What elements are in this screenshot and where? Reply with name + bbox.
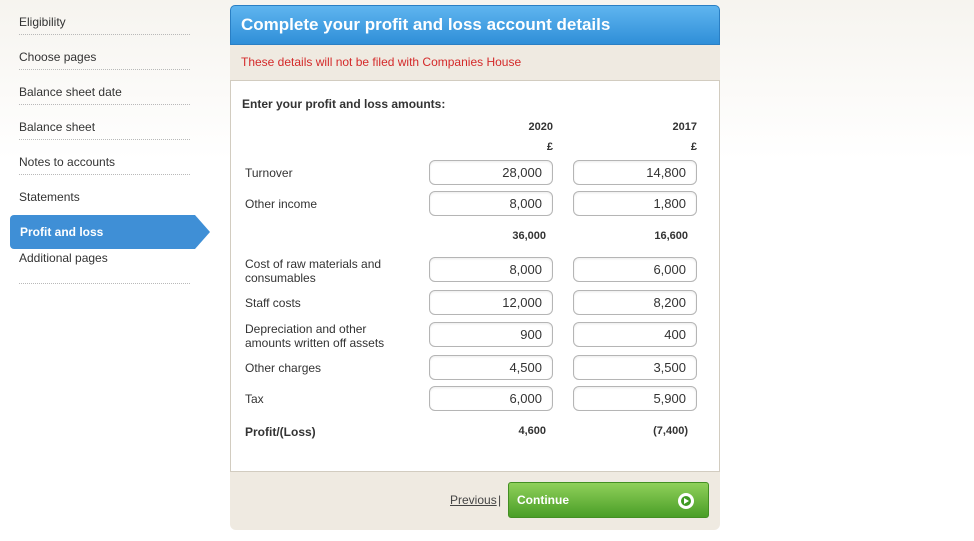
depreciation-2020-input[interactable] <box>429 322 553 347</box>
amounts-form: Enter your profit and loss amounts: 2020… <box>230 80 720 472</box>
sidebar-item-label: Balance sheet <box>19 120 96 134</box>
staff-costs-2020-input[interactable] <box>429 290 553 315</box>
tax-2017-input[interactable] <box>573 386 697 411</box>
column-currency-2017: £ <box>690 141 697 153</box>
turnover-2017-input[interactable] <box>573 160 697 185</box>
previous-link[interactable]: Previous <box>450 493 497 507</box>
column-year-2017: 2017 <box>672 121 697 133</box>
sidebar-item-notes-to-accounts[interactable]: Notes to accounts <box>19 140 190 175</box>
sidebar-item-statements[interactable]: Statements <box>19 175 190 210</box>
profit-loss-2017: (7,400) <box>653 425 688 437</box>
tax-label: Tax <box>245 392 264 406</box>
sidebar-item-label: Statements <box>19 190 80 204</box>
profit-loss-label: Profit/(Loss) <box>245 425 316 439</box>
tax-2020-input[interactable] <box>429 386 553 411</box>
raw-materials-2017-input[interactable] <box>573 257 697 282</box>
form-prompt: Enter your profit and loss amounts: <box>242 97 446 111</box>
filing-notice: These details will not be filed with Com… <box>241 55 522 69</box>
arrow-right-circle-icon <box>678 493 694 509</box>
other-income-2020-input[interactable] <box>429 191 553 216</box>
raw-materials-2020-input[interactable] <box>429 257 553 282</box>
sidebar-item-eligibility[interactable]: Eligibility <box>19 0 190 35</box>
column-currency-2020: £ <box>546 141 553 153</box>
other-income-2017-input[interactable] <box>573 191 697 216</box>
link-separator: | <box>498 493 502 507</box>
staff-costs-2017-input[interactable] <box>573 290 697 315</box>
sidebar-item-label: Choose pages <box>19 50 97 64</box>
other-charges-2017-input[interactable] <box>573 355 697 380</box>
turnover-2020-input[interactable] <box>429 160 553 185</box>
other-charges-2020-input[interactable] <box>429 355 553 380</box>
sidebar-item-profit-and-loss[interactable]: Profit and loss <box>10 215 210 249</box>
panel-footer: Previous | Continue <box>230 475 720 530</box>
continue-button[interactable]: Continue <box>508 482 709 518</box>
page-title: Complete your profit and loss account de… <box>241 15 611 34</box>
sidebar-item-additional-pages[interactable]: Additional pages <box>19 249 190 284</box>
depreciation-label: Depreciation and other amounts written o… <box>245 322 385 350</box>
column-year-2020: 2020 <box>528 121 553 133</box>
other-income-label: Other income <box>245 197 318 211</box>
panel-header: Complete your profit and loss account de… <box>230 5 720 45</box>
sidebar-item-label: Eligibility <box>19 15 66 29</box>
subtotal-2017: 16,600 <box>654 230 688 242</box>
raw-materials-label: Cost of raw materials and consumables <box>245 257 382 285</box>
sidebar-item-choose-pages[interactable]: Choose pages <box>19 35 190 70</box>
turnover-label: Turnover <box>245 166 293 180</box>
profit-loss-2020: 4,600 <box>518 425 546 437</box>
subtotal-2020: 36,000 <box>512 230 546 242</box>
staff-costs-label: Staff costs <box>245 296 301 310</box>
active-arrow-icon <box>195 215 210 249</box>
sidebar-item-label: Additional pages <box>19 251 108 265</box>
sidebar-item-label: Notes to accounts <box>19 155 116 169</box>
sidebar-item-label: Profit and loss <box>20 225 104 239</box>
depreciation-2017-input[interactable] <box>573 322 697 347</box>
other-charges-label: Other charges <box>245 361 322 375</box>
sidebar-item-balance-sheet-date[interactable]: Balance sheet date <box>19 70 190 105</box>
sidebar-item-label: Balance sheet date <box>19 85 122 99</box>
sidebar-item-balance-sheet[interactable]: Balance sheet <box>19 105 190 140</box>
profit-loss-panel: Complete your profit and loss account de… <box>230 5 720 530</box>
continue-button-label: Continue <box>517 493 569 507</box>
